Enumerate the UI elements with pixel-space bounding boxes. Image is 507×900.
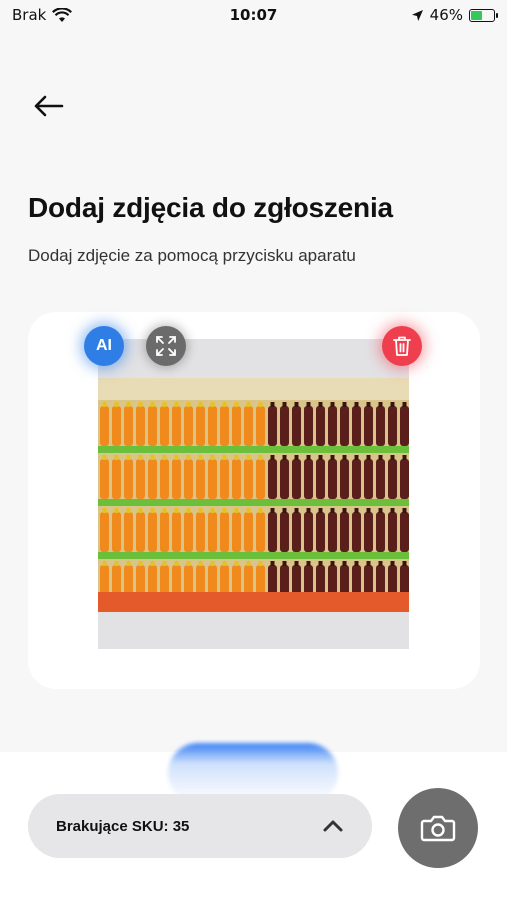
photo-frame: [98, 339, 409, 649]
location-arrow-icon: [411, 9, 423, 21]
ai-analyze-button[interactable]: AI: [84, 326, 124, 366]
missing-sku-toggle[interactable]: Brakujące SKU: 35: [28, 794, 372, 858]
status-right: 46%: [411, 6, 498, 24]
chevron-up-icon: [323, 820, 343, 832]
page-title: Dodaj zdjęcia do zgłoszenia: [28, 192, 393, 223]
back-button[interactable]: [30, 90, 66, 122]
arrow-left-icon: [34, 95, 64, 117]
battery-percent: 46%: [429, 6, 463, 24]
shelf-photo[interactable]: [98, 378, 409, 612]
trash-icon: [393, 336, 411, 356]
delete-photo-button[interactable]: [382, 326, 422, 366]
camera-icon: [420, 815, 456, 842]
page-subtitle: Dodaj zdjęcie za pomocą przycisku aparat…: [28, 246, 356, 265]
missing-sku-label: Brakujące SKU: 35: [56, 817, 190, 835]
expand-photo-button[interactable]: [146, 326, 186, 366]
photo-card: AI: [28, 312, 480, 689]
ai-label: AI: [96, 337, 112, 354]
camera-button[interactable]: [398, 788, 478, 868]
shelf-photo-image: [98, 378, 409, 612]
battery-icon: [469, 8, 498, 22]
expand-icon: [156, 336, 176, 356]
status-bar: Brak 10:07 46%: [0, 0, 507, 30]
